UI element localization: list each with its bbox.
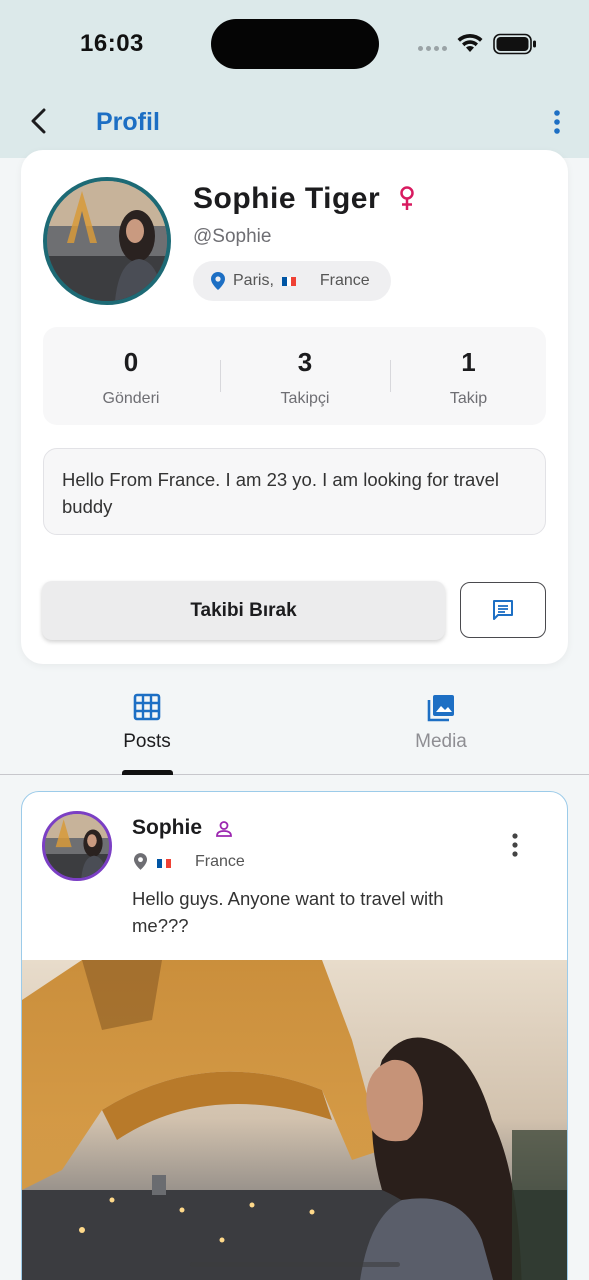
stat-label: Takip <box>449 390 488 407</box>
message-icon <box>493 600 513 620</box>
person-icon <box>216 821 232 837</box>
page-title: Profil <box>96 108 160 136</box>
location-chip: Paris, France <box>193 261 391 301</box>
flag-france-icon <box>281 276 296 286</box>
bio-text: Hello From France. I am 23 yo. I am look… <box>43 448 546 535</box>
post-image[interactable] <box>22 960 568 1280</box>
app-bar: Profil <box>0 88 589 158</box>
stat-value: 1 <box>461 347 476 377</box>
more-vertical-icon[interactable] <box>548 108 566 138</box>
stats-box: 0 Gönderi 3 Takipçi 1 Takip <box>43 327 546 425</box>
battery-icon <box>493 33 536 55</box>
stat-posts[interactable]: 0 Gönderi <box>43 327 219 425</box>
avatar-photo <box>45 814 109 878</box>
profile-tabs: Posts Media <box>0 684 589 775</box>
tab-media[interactable]: Media <box>341 684 541 775</box>
wifi-icon <box>457 33 483 52</box>
tab-posts[interactable]: Posts <box>47 684 247 775</box>
chevron-left-icon[interactable] <box>26 106 56 136</box>
avatar-photo <box>47 181 167 301</box>
dynamic-island <box>211 19 379 69</box>
profile-name: Sophie Tiger <box>193 182 381 215</box>
unfollow-button[interactable]: Takibi Bırak <box>42 581 445 640</box>
status-time: 16:03 <box>80 30 144 57</box>
more-vertical-icon[interactable] <box>508 832 522 858</box>
stat-value: 0 <box>123 347 139 377</box>
stat-value: 3 <box>297 347 313 377</box>
post-card[interactable]: Sophie France Hello guys. Anyone want to… <box>21 791 568 1280</box>
female-icon <box>400 186 414 210</box>
image-icon <box>427 695 454 722</box>
location-city: Paris, <box>233 272 274 289</box>
post-author[interactable]: Sophie <box>132 816 202 840</box>
stat-label: Takipçi <box>280 390 330 407</box>
stat-label: Gönderi <box>102 390 160 407</box>
post-country: France <box>195 853 245 870</box>
location-country: France <box>319 272 370 289</box>
post-avatar[interactable] <box>42 811 112 881</box>
signal-dots-icon <box>418 46 447 51</box>
status-bar: 16:03 <box>0 0 589 88</box>
stat-followers[interactable]: 3 Takipçi <box>221 327 389 425</box>
username: @Sophie <box>193 226 272 247</box>
location-pin-icon <box>211 272 225 290</box>
grid-icon <box>133 693 161 721</box>
location-pin-icon <box>134 853 147 870</box>
post-text: Hello guys. Anyone want to travel with m… <box>132 888 444 936</box>
profile-card: Sophie Tiger @Sophie Paris, France 0 Gön… <box>21 150 568 664</box>
active-tab-indicator <box>122 770 173 775</box>
message-button[interactable] <box>460 582 546 638</box>
home-indicator <box>190 1262 400 1267</box>
flag-france-icon <box>157 859 172 868</box>
stat-following[interactable]: 1 Takip <box>391 327 546 425</box>
tab-label: Posts <box>123 731 171 752</box>
tab-label: Media <box>415 731 467 752</box>
profile-screen: 16:03 Profil Sophie Tiger @Sophie Paris,… <box>0 0 589 1280</box>
avatar[interactable] <box>43 177 171 305</box>
